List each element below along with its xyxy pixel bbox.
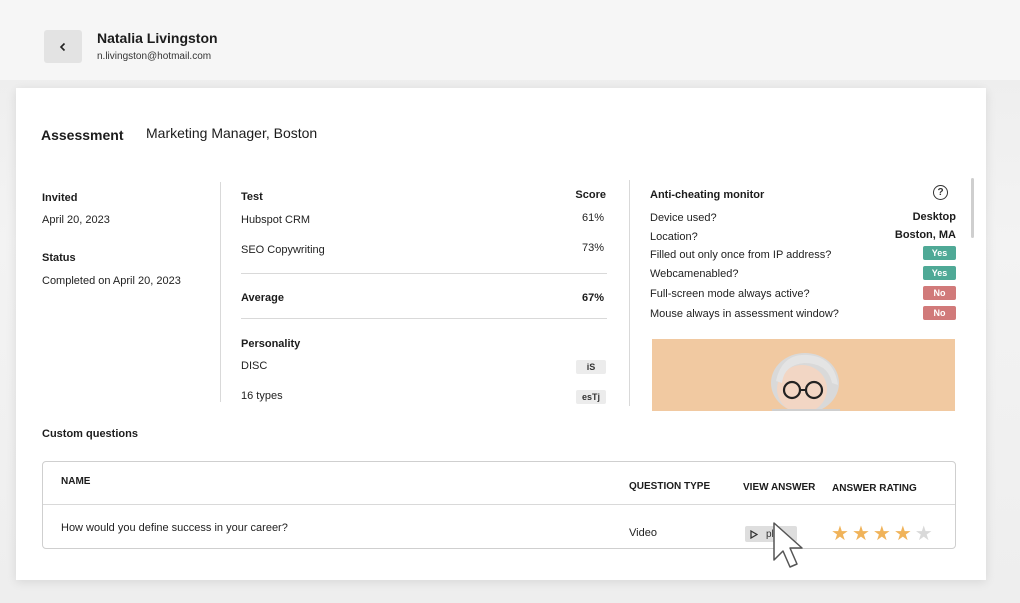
person-photo <box>652 339 955 411</box>
question-circle-icon[interactable]: ? <box>933 185 948 200</box>
anti-cheating-title: Anti-cheating monitor <box>650 189 765 201</box>
answer-rating-stars[interactable]: ★ ★ ★ ★ ★ <box>831 523 933 543</box>
personality-label: Personality <box>241 338 301 350</box>
name-column-header: NAME <box>61 476 91 487</box>
question-type-column-header: QUESTION TYPE <box>629 481 711 492</box>
check-label: Filled out only once from IP address? <box>650 249 832 261</box>
invited-value: April 20, 2023 <box>42 214 110 226</box>
device-label: Device used? <box>650 212 717 224</box>
personality-name: DISC <box>241 360 268 372</box>
column-divider <box>629 180 630 406</box>
test-name: Hubspot CRM <box>241 214 311 226</box>
score-column-header: Score <box>575 189 606 201</box>
assessment-value: Marketing Manager, Boston <box>146 125 318 141</box>
question-text: How would you define success in your car… <box>61 522 288 534</box>
personality-name: 16 types <box>241 390 283 402</box>
scrollbar[interactable] <box>971 178 974 238</box>
star-icon[interactable]: ★ <box>894 523 912 543</box>
check-label: Mouse always in assessment window? <box>650 308 839 320</box>
location-value: Boston, MA <box>894 229 956 241</box>
column-divider <box>220 182 221 402</box>
test-score: 61% <box>581 212 604 224</box>
check-label: Full-screen mode always active? <box>650 288 810 300</box>
divider <box>241 318 607 319</box>
play-icon <box>750 529 758 539</box>
average-label: Average <box>241 292 285 304</box>
assessment-label: Assessment <box>41 127 124 143</box>
device-value: Desktop <box>912 211 956 223</box>
invited-label: Invited <box>42 192 78 204</box>
test-score: 73% <box>581 242 604 254</box>
custom-questions-title: Custom questions <box>42 428 138 440</box>
chevron-left-icon <box>59 42 66 51</box>
candidate-email: n.livingston@hotmail.com <box>97 51 212 62</box>
location-label: Location? <box>650 231 698 243</box>
question-type: Video <box>629 527 657 539</box>
check-status-badge: No <box>923 286 956 300</box>
back-button[interactable] <box>44 30 82 63</box>
personality-badge: esTj <box>576 390 606 404</box>
divider <box>241 273 607 274</box>
assessment-card: Assessment Marketing Manager, Boston Inv… <box>16 88 986 580</box>
average-value: 67% <box>581 292 604 304</box>
status-label: Status <box>42 252 76 264</box>
status-value: Completed on April 20, 2023 <box>42 275 181 287</box>
star-icon[interactable]: ★ <box>831 523 849 543</box>
view-answer-column-header: VIEW ANSWER <box>743 482 816 493</box>
mouse-cursor-icon <box>773 522 803 568</box>
webcam-snapshot <box>652 339 955 411</box>
star-icon[interactable]: ★ <box>852 523 870 543</box>
personality-badge: iS <box>576 360 606 374</box>
check-status-badge: Yes <box>923 266 956 280</box>
custom-questions-table: NAME QUESTION TYPE VIEW ANSWER ANSWER RA… <box>42 461 956 549</box>
star-icon[interactable]: ★ <box>915 523 933 543</box>
check-label: Webcamenabled? <box>650 268 739 280</box>
check-status-badge: No <box>923 306 956 320</box>
candidate-name: Natalia Livingston <box>97 30 218 46</box>
check-status-badge: Yes <box>923 246 956 260</box>
test-name: SEO Copywriting <box>241 244 325 256</box>
table-divider <box>43 504 955 505</box>
answer-rating-column-header: ANSWER RATING <box>832 483 917 494</box>
test-column-header: Test <box>241 191 263 203</box>
star-icon[interactable]: ★ <box>873 523 891 543</box>
